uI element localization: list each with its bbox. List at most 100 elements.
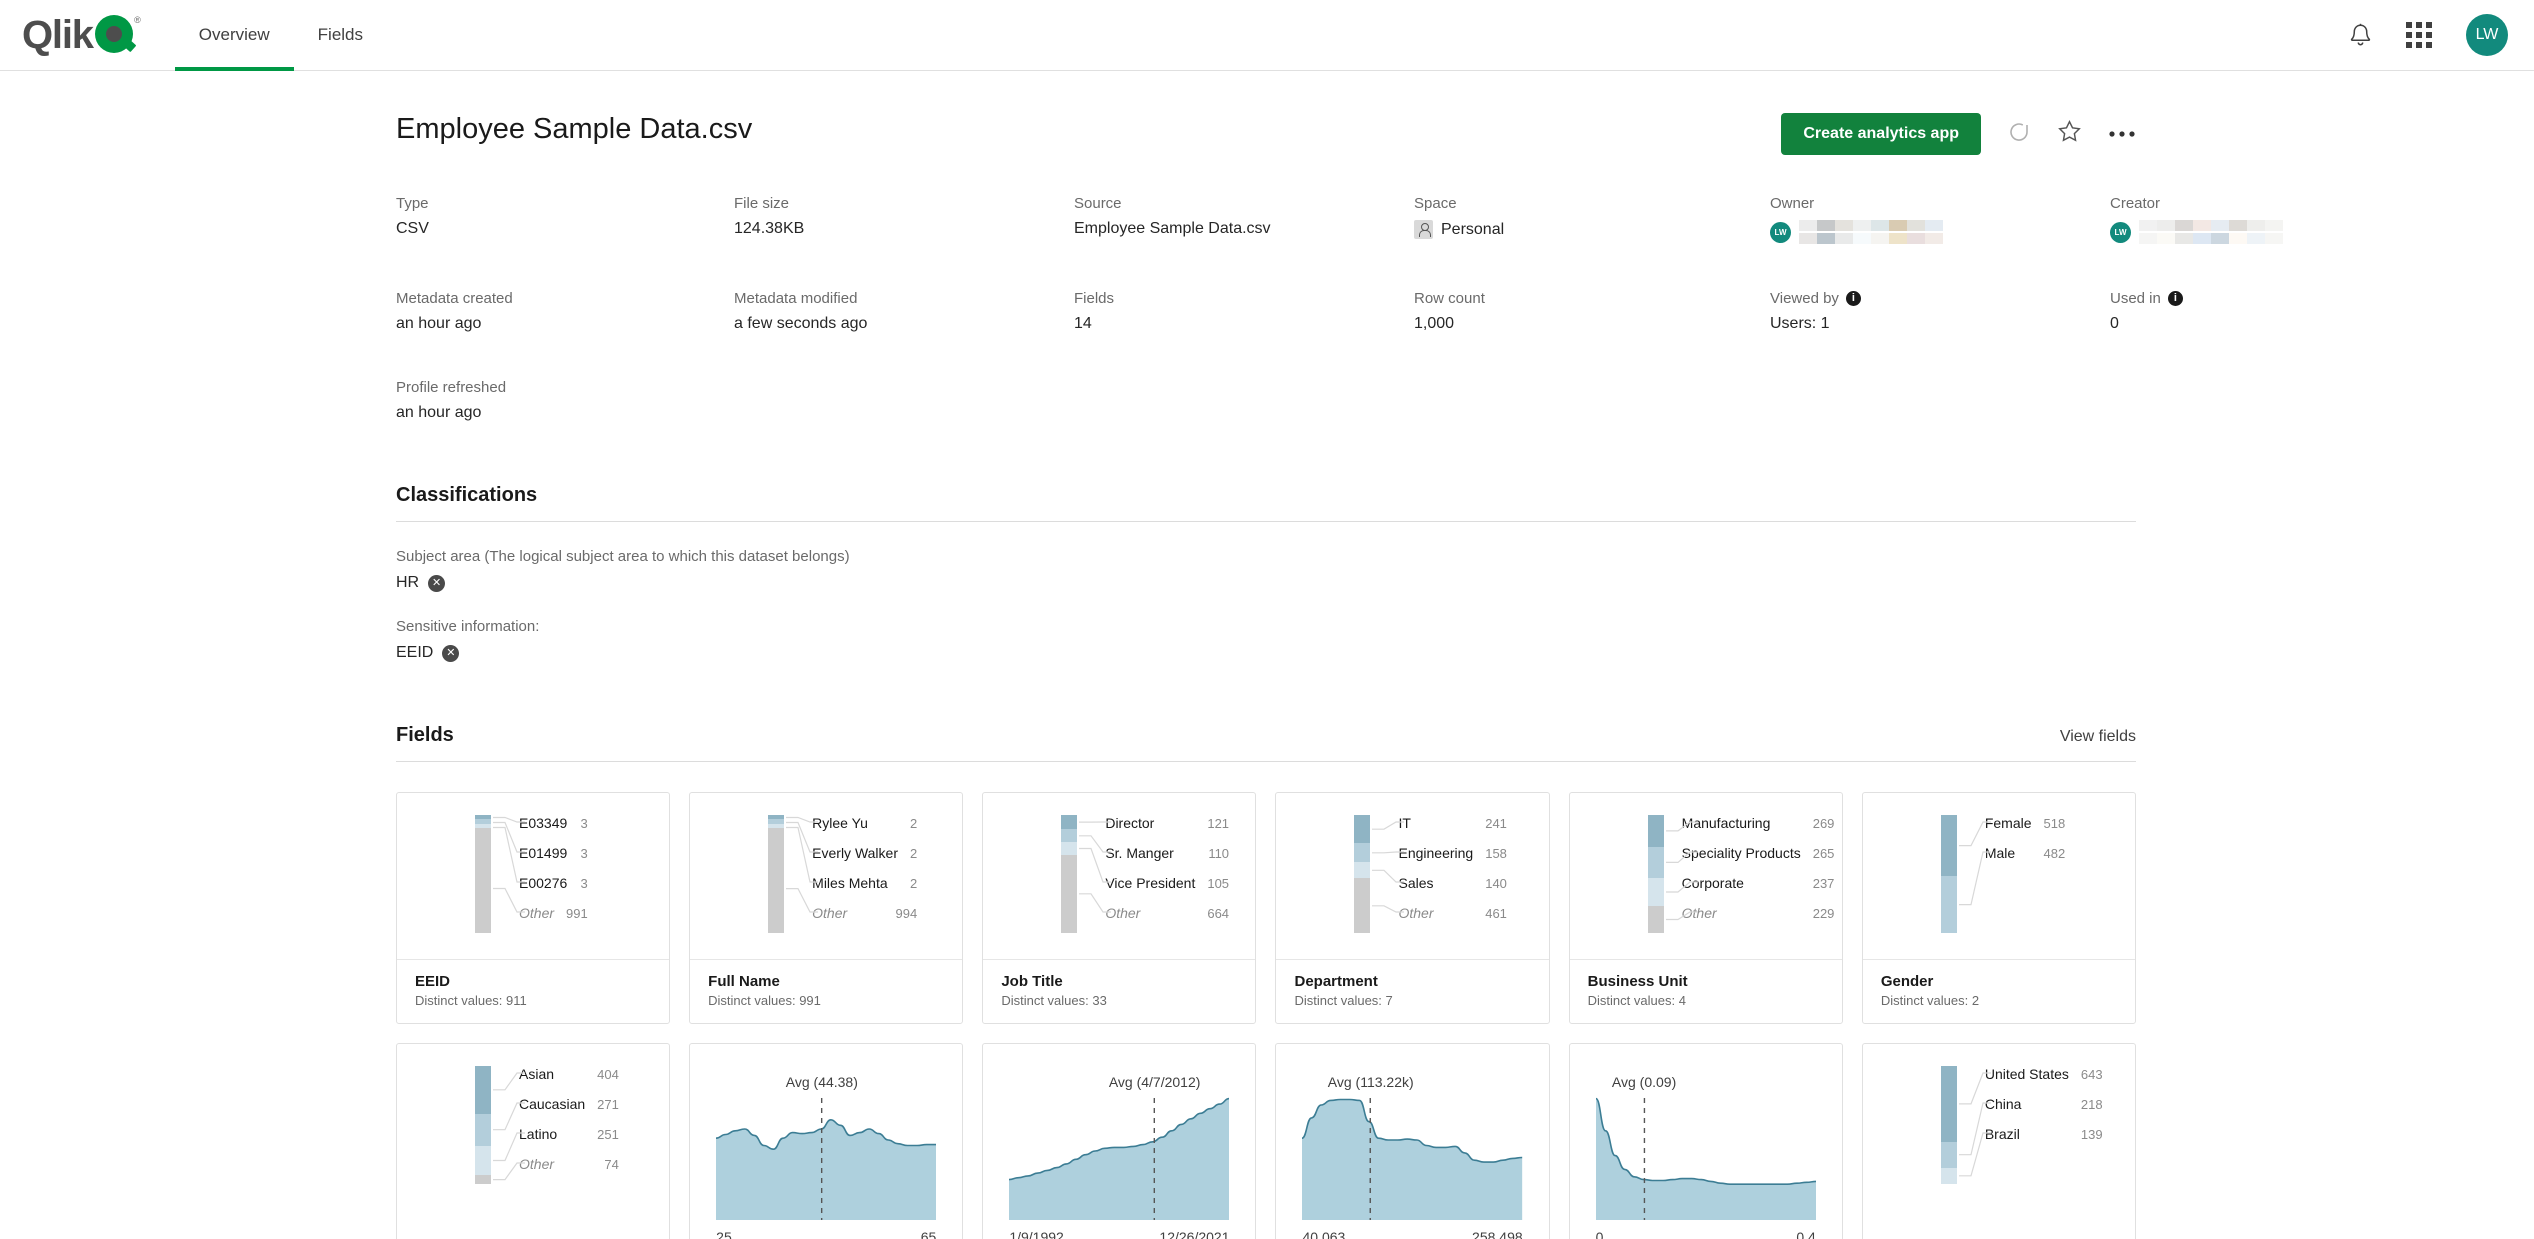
meta-value-row: LW <box>2110 220 2283 244</box>
legend-row: Other 991 <box>519 905 588 935</box>
view-fields-link[interactable]: View fields <box>2060 728 2136 746</box>
legend-row: Speciality Products 265 <box>1682 845 1835 875</box>
tab-fields[interactable]: Fields <box>294 0 387 71</box>
legend-row: E03349 3 <box>519 815 588 845</box>
field-card[interactable]: Director 121 Sr. Manger 110 Vice President 10… <box>982 792 1257 1024</box>
distribution-bar <box>1940 815 1957 933</box>
bar-segment <box>1354 843 1371 862</box>
field-name: Business Unit <box>1587 973 1688 990</box>
user-avatar[interactable]: LW <box>2466 14 2508 56</box>
info-icon[interactable]: i <box>2167 291 2183 306</box>
field-cards-grid: E03349 3 E01499 3 E00276 3 Other 991 EEID Distinc… <box>396 792 2136 1239</box>
distribution-histogram <box>1009 1094 1230 1220</box>
tab-overview[interactable]: Overview <box>174 0 294 71</box>
meta-label-row: Used in i <box>2110 290 2283 307</box>
legend-label: Other <box>812 905 848 921</box>
subject-area-block: Subject area (The logical subject area t… <box>396 548 2136 592</box>
legend-count: 643 <box>2080 1067 2103 1082</box>
legend-count: 121 <box>1207 816 1230 831</box>
field-card[interactable]: Manufacturing 269 Speciality Products 265 Co… <box>1568 792 1843 1024</box>
legend-count: 994 <box>895 906 918 921</box>
histogram-axis: 40,063 258,498 <box>1302 1229 1522 1239</box>
bar-segment <box>475 1066 491 1114</box>
legend-row: Other 229 <box>1682 905 1835 935</box>
legend-label: Director <box>1105 815 1155 831</box>
meta-label-row: Viewed by i <box>1770 290 2110 307</box>
field-card-visualization: Avg (44.38) 25 65 <box>690 1044 962 1239</box>
meta-item-profile-refreshed: Profile refreshed an hour ago <box>396 379 734 422</box>
meta-label: Viewed by <box>1770 290 1839 307</box>
field-card[interactable]: E03349 3 E01499 3 E00276 3 Other 991 EEID Distinc… <box>396 792 671 1024</box>
field-distinct-values: Distinct values: 33 <box>1001 993 1107 1008</box>
field-distinct-values: Distinct values: 4 <box>1587 993 1686 1008</box>
field-card[interactable]: Avg (113.22k) 40,063 258,498 <box>1275 1043 1550 1239</box>
axis-max-label: 258,498 <box>1472 1229 1523 1239</box>
average-annotation: Avg (44.38) <box>785 1074 858 1090</box>
field-card[interactable]: IT 241 Engineering 158 Sales 140 Other 461 Depar… <box>1275 792 1550 1024</box>
qlik-logo[interactable]: Qlik ® <box>22 13 141 57</box>
creator-name-redacted <box>2139 220 2283 244</box>
field-card[interactable]: Rylee Yu 2 Everly Walker 2 Miles Mehta 2 Other… <box>689 792 964 1024</box>
field-card[interactable]: United States 643 China 218 Brazil 139 <box>1861 1043 2136 1239</box>
axis-min-label: 1/9/1992 <box>1009 1229 1064 1239</box>
field-card-legend: Rylee Yu 2 Everly Walker 2 Miles Mehta 2 Other… <box>812 815 917 959</box>
subject-area-value: HR <box>396 574 420 591</box>
meta-value-row: LW <box>1770 220 2110 244</box>
meta-value: 124.38KB <box>734 220 805 237</box>
field-card[interactable]: Asian 404 Caucasian 271 Latino 251 Other 74 <box>396 1043 671 1239</box>
more-options-icon[interactable] <box>2108 125 2136 143</box>
qlik-logo-mark: ® <box>94 13 141 57</box>
reload-icon[interactable] <box>2007 120 2031 149</box>
page-body: Employee Sample Data.csv Create analytic… <box>0 71 2534 1239</box>
favorite-star-icon[interactable] <box>2057 119 2082 149</box>
legend-count: 3 <box>580 876 588 891</box>
legend-label: Manufacturing <box>1681 815 1771 831</box>
legend-row: Caucasian 271 <box>519 1096 619 1126</box>
legend-count: 2 <box>909 876 918 891</box>
legend-label: E00276 <box>519 875 568 891</box>
legend-row: E00276 3 <box>519 875 588 905</box>
top-navigation-bar: Qlik ® Overview Fields LW <box>0 0 2534 71</box>
field-card-legend: E03349 3 E01499 3 E00276 3 Other 991 <box>519 815 588 959</box>
field-card-legend: Director 121 Sr. Manger 110 Vice President 10… <box>1105 815 1229 959</box>
axis-min-label: 0 <box>1595 1229 1604 1239</box>
remove-sensitive-info-icon[interactable]: ✕ <box>442 644 460 662</box>
info-icon[interactable]: i <box>1845 291 1861 306</box>
legend-count: 158 <box>1485 846 1507 861</box>
bar-segment <box>1940 1167 1957 1184</box>
average-annotation: Avg (4/7/2012) <box>1108 1074 1201 1090</box>
legend-label: Sales <box>1398 875 1434 891</box>
field-card[interactable]: Avg (0.09) 0 0.4 <box>1568 1043 1843 1239</box>
remove-subject-area-icon[interactable]: ✕ <box>428 574 446 592</box>
legend-label: Other <box>1105 905 1141 921</box>
meta-value: a few seconds ago <box>734 315 868 332</box>
legend-row: Male 482 <box>1985 845 2065 875</box>
meta-label: Owner <box>1770 195 1815 212</box>
legend-count: 139 <box>2080 1127 2103 1142</box>
legend-label: Vice President <box>1105 875 1196 891</box>
sensitive-info-block: Sensitive information: EEID ✕ <box>396 618 2136 662</box>
meta-item-used-in: Used in i 0 <box>2110 290 2283 333</box>
meta-label: Used in <box>2110 290 2161 307</box>
legend-label: Brazil <box>1984 1126 2020 1142</box>
field-card-visualization: Director 121 Sr. Manger 110 Vice President 10… <box>983 793 1255 959</box>
legend-count: 3 <box>580 846 588 861</box>
bell-icon[interactable] <box>2349 23 2372 48</box>
field-card-footer: Department Distinct values: 7 <box>1276 959 1549 1023</box>
meta-label: Type <box>396 195 429 212</box>
distribution-bar <box>475 815 491 933</box>
legend-label: Miles Mehta <box>812 875 888 891</box>
classifications-title: Classifications <box>396 484 538 506</box>
field-card-footer: Business Unit Distinct values: 4 <box>1569 959 1842 1023</box>
field-card[interactable]: Female 518 Male 482 Gender Distinct values: 2 <box>1861 792 2136 1024</box>
apps-grid-icon[interactable] <box>2406 22 2432 48</box>
field-card[interactable]: Avg (44.38) 25 65 <box>689 1043 964 1239</box>
field-card-visualization: Asian 404 Caucasian 271 Latino 251 Other 74 <box>397 1044 669 1239</box>
create-analytics-app-button[interactable]: Create analytics app <box>1781 113 1981 155</box>
bar-segment <box>475 1145 491 1176</box>
legend-count: 404 <box>597 1067 619 1082</box>
legend-count: 237 <box>1812 876 1835 891</box>
legend-row: Other 994 <box>812 905 917 935</box>
owner-name-redacted <box>1799 220 1943 244</box>
field-card[interactable]: Avg (4/7/2012) 1/9/1992 12/26/2021 <box>982 1043 1257 1239</box>
